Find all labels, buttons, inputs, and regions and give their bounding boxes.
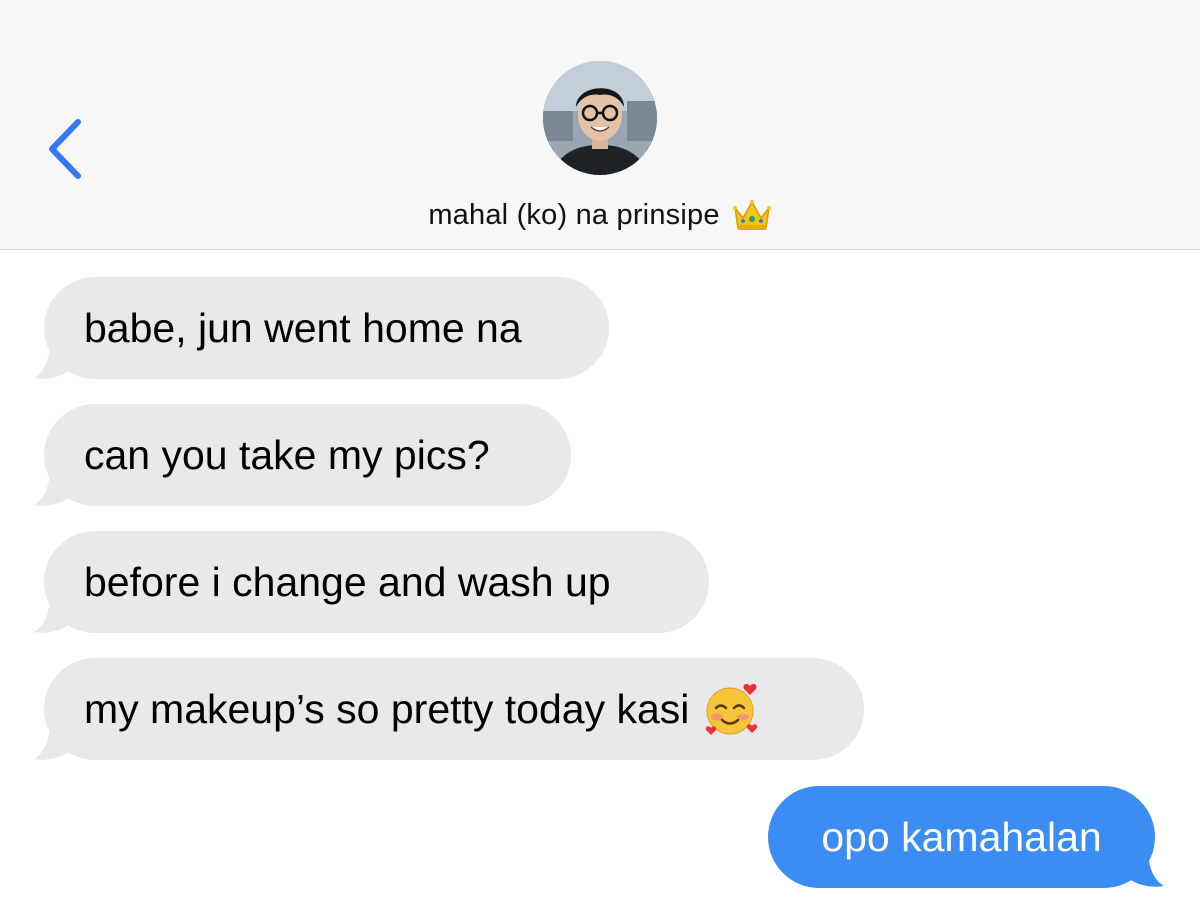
conversation-header: mahal (ko) na prinsipe [0,0,1200,250]
avatar-photo [543,61,657,175]
back-button[interactable] [40,116,90,182]
message-text: can you take my pics? [84,431,490,478]
message-text: my makeup’s so pretty today kasi [84,685,690,732]
message-bubble-received[interactable]: my makeup’s so pretty today kasi [44,658,864,760]
smiling-face-with-hearts-icon [706,683,758,735]
message-bubble-received[interactable]: can you take my pics? [44,404,571,506]
contact-title[interactable]: mahal (ko) na prinsipe [0,195,1200,235]
message-bubble-received[interactable]: babe, jun went home na [44,277,609,379]
message-text: babe, jun went home na [84,304,522,351]
message-text: opo kamahalan [821,813,1102,860]
crown-emoji-icon [732,200,771,230]
message-bubble-sent[interactable]: opo kamahalan [768,786,1155,888]
message-bubble-received[interactable]: before i change and wash up [44,531,709,633]
contact-avatar[interactable] [543,61,657,175]
chevron-left-icon [49,119,81,179]
contact-name: mahal (ko) na prinsipe [428,198,720,231]
message-text: before i change and wash up [84,558,611,605]
